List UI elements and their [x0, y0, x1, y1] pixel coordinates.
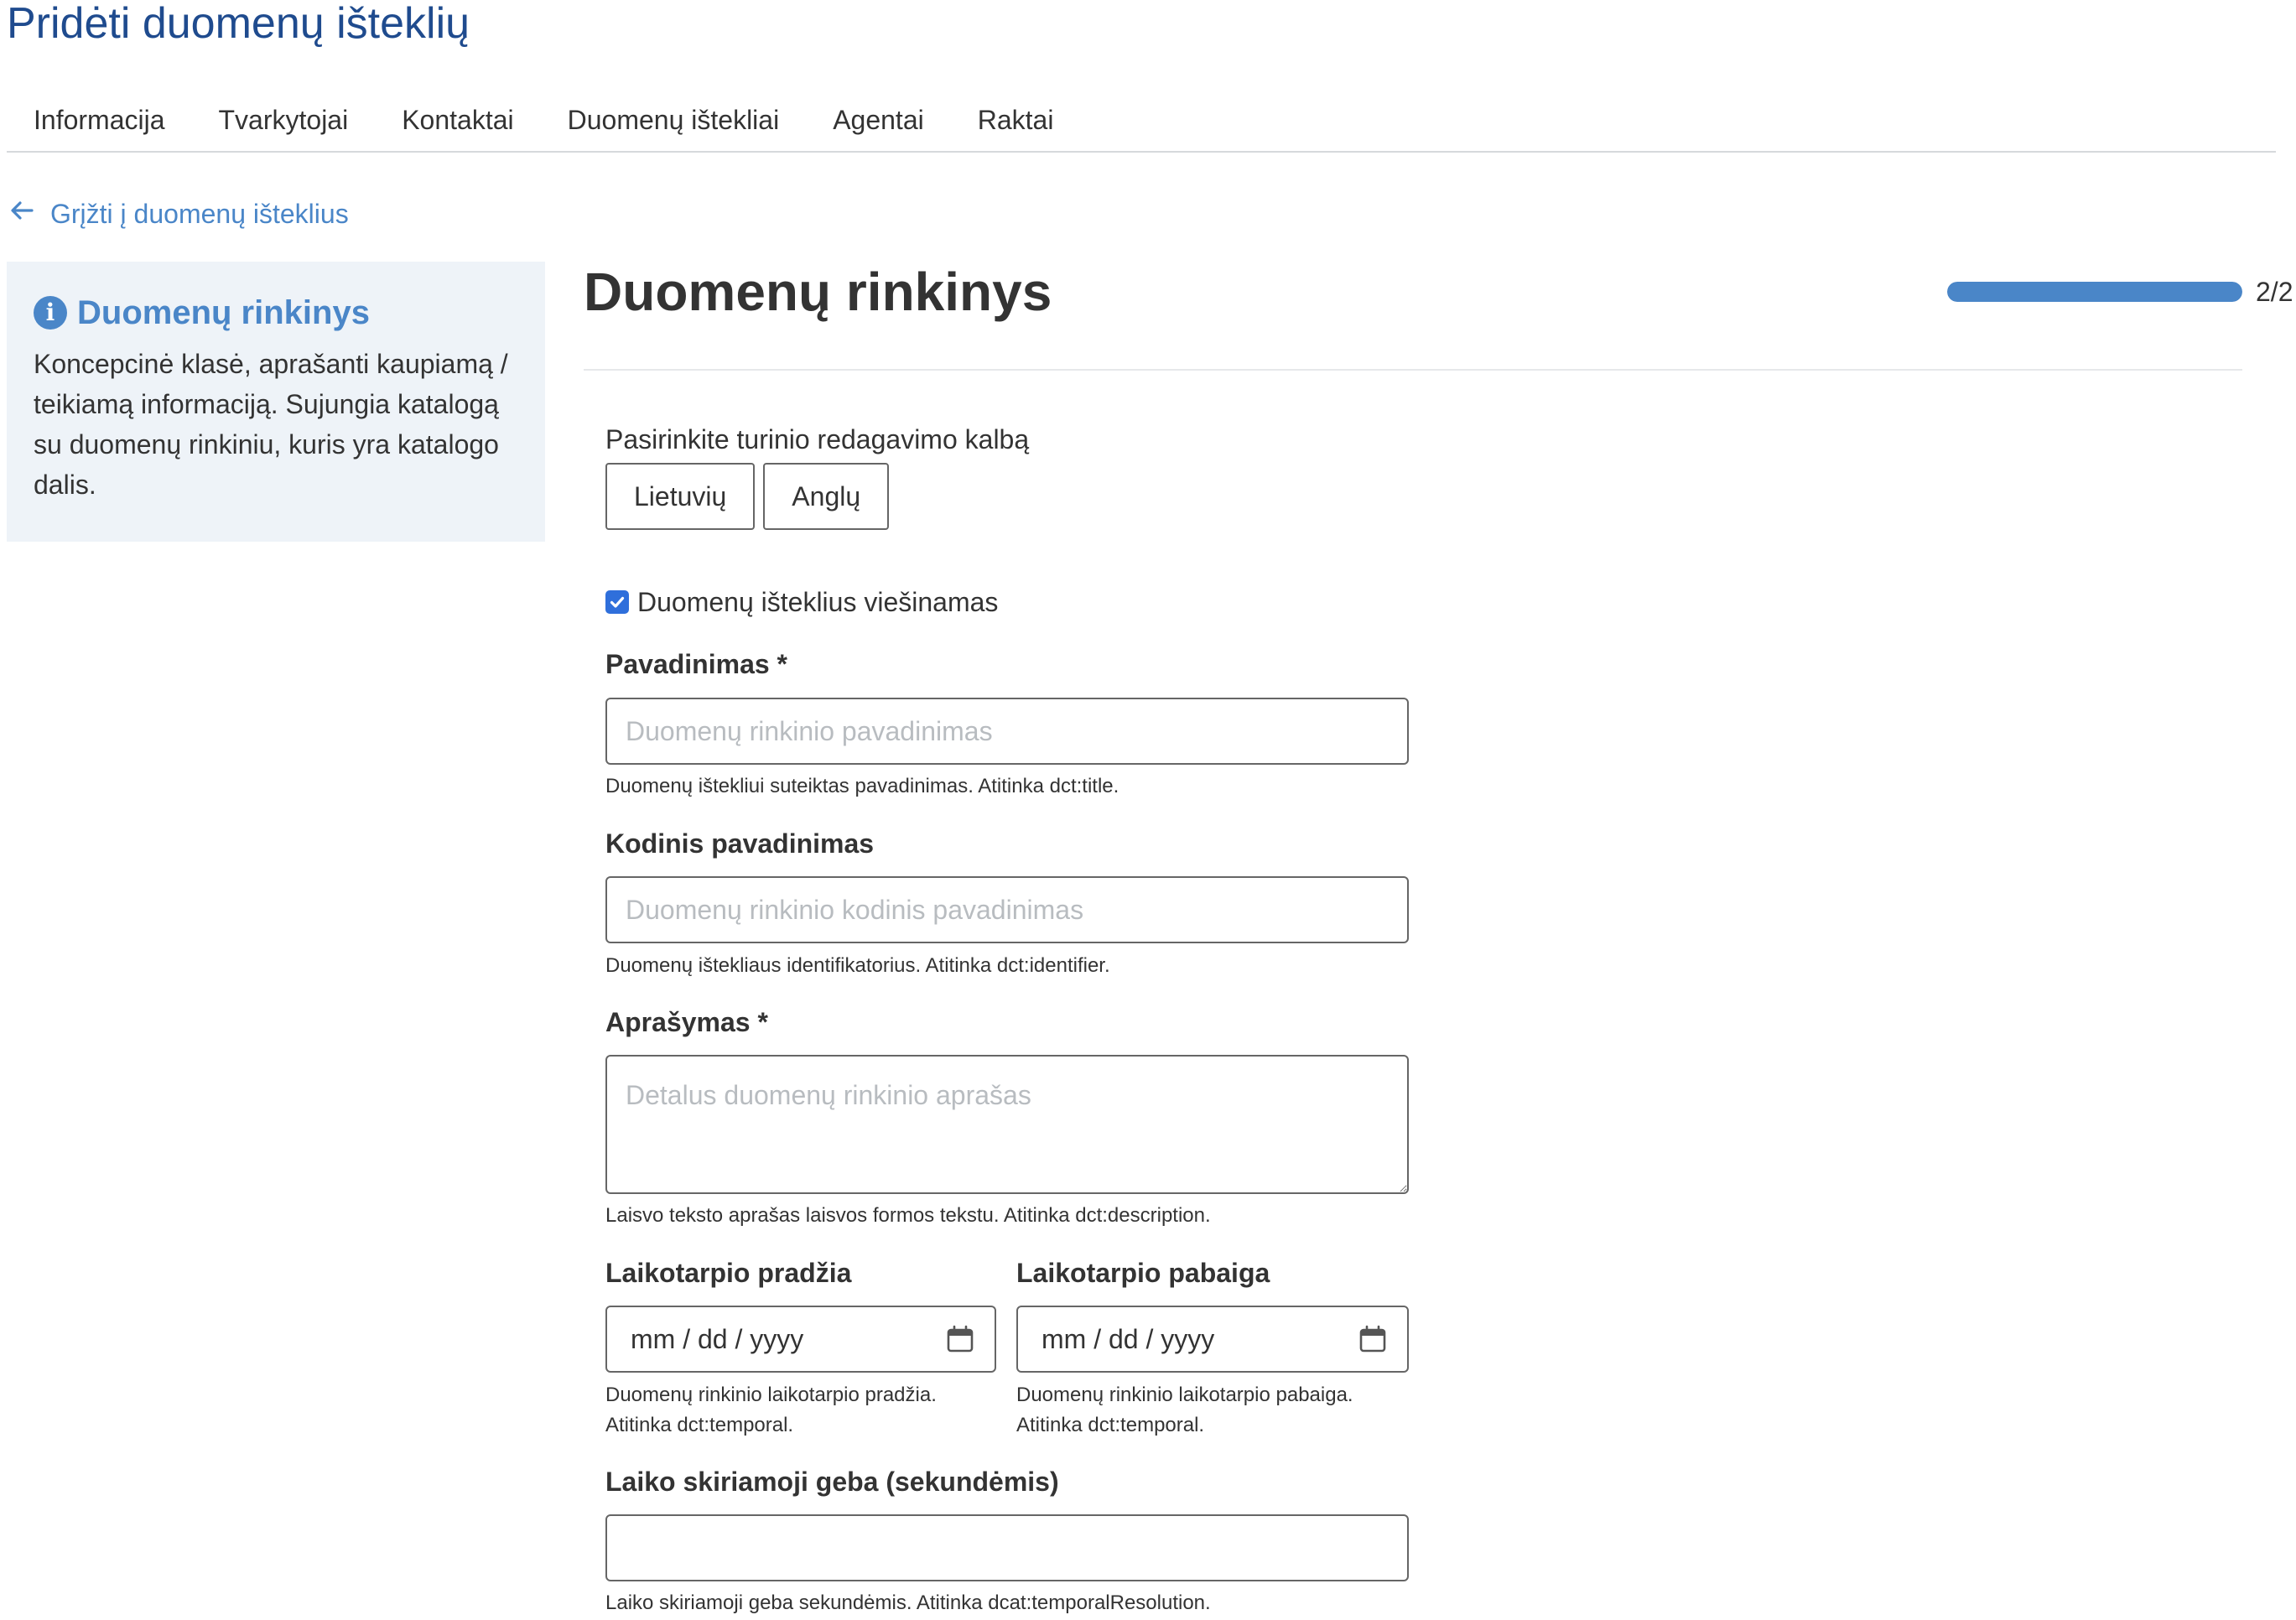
calendar-icon[interactable]	[1358, 1325, 1387, 1353]
period-end-label: Laikotarpio pabaiga	[1016, 1258, 1270, 1288]
period-end-date-value: mm / dd / yyyy	[1042, 1323, 1215, 1354]
temporal-resolution-help: Laiko skiriamoji geba sekundėmis. Atitin…	[605, 1591, 1211, 1614]
tab-duomenu-istekliai[interactable]: Duomenų ištekliai	[541, 91, 807, 151]
description-help: Laisvo teksto aprašas laisvos formos tek…	[605, 1204, 1211, 1227]
back-link-label: Grįžti į duomenų išteklius	[50, 198, 349, 229]
period-start-date-input[interactable]: mm / dd / yyyy	[605, 1306, 996, 1373]
section-divider	[584, 369, 2242, 371]
progress-label: 2/2	[2256, 277, 2293, 307]
period-start-help-line2: Atitinka dct:temporal.	[605, 1414, 794, 1436]
published-checkbox-row[interactable]: Duomenų išteklius viešinamas	[605, 582, 998, 622]
calendar-icon[interactable]	[946, 1325, 974, 1353]
published-checkbox-label: Duomenų išteklius viešinamas	[637, 587, 999, 617]
description-label: Aprašymas *	[605, 1007, 768, 1037]
published-checkbox[interactable]	[605, 590, 629, 614]
language-selector: Pasirinkite turinio redagavimo kalbą Lie…	[605, 419, 1410, 530]
language-label: Pasirinkite turinio redagavimo kalbą	[605, 424, 1030, 454]
back-link[interactable]: Grįžti į duomenų išteklius	[7, 193, 349, 235]
info-circle-icon: i	[34, 296, 67, 330]
checkmark-icon	[610, 596, 625, 608]
info-panel-text: Koncepcinė klasė, aprašanti kaupiamą / t…	[34, 349, 508, 500]
progress-bar-fill	[1947, 282, 2242, 302]
tab-kontaktai[interactable]: Kontaktai	[375, 91, 540, 151]
language-button-lithuanian[interactable]: Lietuvių	[605, 463, 756, 530]
period-end-date-input[interactable]: mm / dd / yyyy	[1016, 1306, 1409, 1373]
code-name-input[interactable]	[605, 876, 1409, 943]
page-title: Pridėti duomenų išteklių	[7, 0, 470, 48]
name-input[interactable]	[605, 698, 1409, 765]
language-button-english[interactable]: Anglų	[763, 463, 890, 530]
temporal-resolution-input[interactable]	[605, 1514, 1409, 1581]
period-end-help-line1: Duomenų rinkinio laikotarpio pabaiga.	[1016, 1384, 1353, 1406]
period-start-date-value: mm / dd / yyyy	[631, 1323, 804, 1354]
code-name-help: Duomenų ištekliaus identifikatorius. Ati…	[605, 954, 1110, 977]
language-buttons: Lietuvių Anglų	[605, 463, 1410, 530]
progress-bar	[1947, 282, 2242, 302]
tab-bar: Informacija Tvarkytojai Kontaktai Duomen…	[7, 91, 2276, 153]
tab-informacija[interactable]: Informacija	[7, 91, 192, 151]
info-panel: i Duomenų rinkinys Koncepcinė klasė, apr…	[7, 262, 545, 542]
period-end-help-line2: Atitinka dct:temporal.	[1016, 1414, 1205, 1436]
code-name-label: Kodinis pavadinimas	[605, 828, 875, 859]
info-panel-heading: i Duomenų rinkinys	[34, 292, 518, 334]
name-label: Pavadinimas *	[605, 649, 787, 679]
description-textarea[interactable]	[605, 1055, 1409, 1194]
tab-tvarkytojai[interactable]: Tvarkytojai	[192, 91, 376, 151]
period-start-help-line1: Duomenų rinkinio laikotarpio pradžia.	[605, 1384, 937, 1406]
section-title: Duomenų rinkinys	[584, 262, 1052, 322]
period-start-label: Laikotarpio pradžia	[605, 1258, 852, 1288]
info-panel-title: Duomenų rinkinys	[77, 294, 370, 331]
temporal-resolution-label: Laiko skiriamoji geba (sekundėmis)	[605, 1467, 1059, 1497]
name-help: Duomenų ištekliui suteiktas pavadinimas.…	[605, 775, 1119, 797]
tab-raktai[interactable]: Raktai	[951, 91, 1081, 151]
tab-agentai[interactable]: Agentai	[806, 91, 951, 151]
arrow-left-icon	[7, 197, 50, 231]
